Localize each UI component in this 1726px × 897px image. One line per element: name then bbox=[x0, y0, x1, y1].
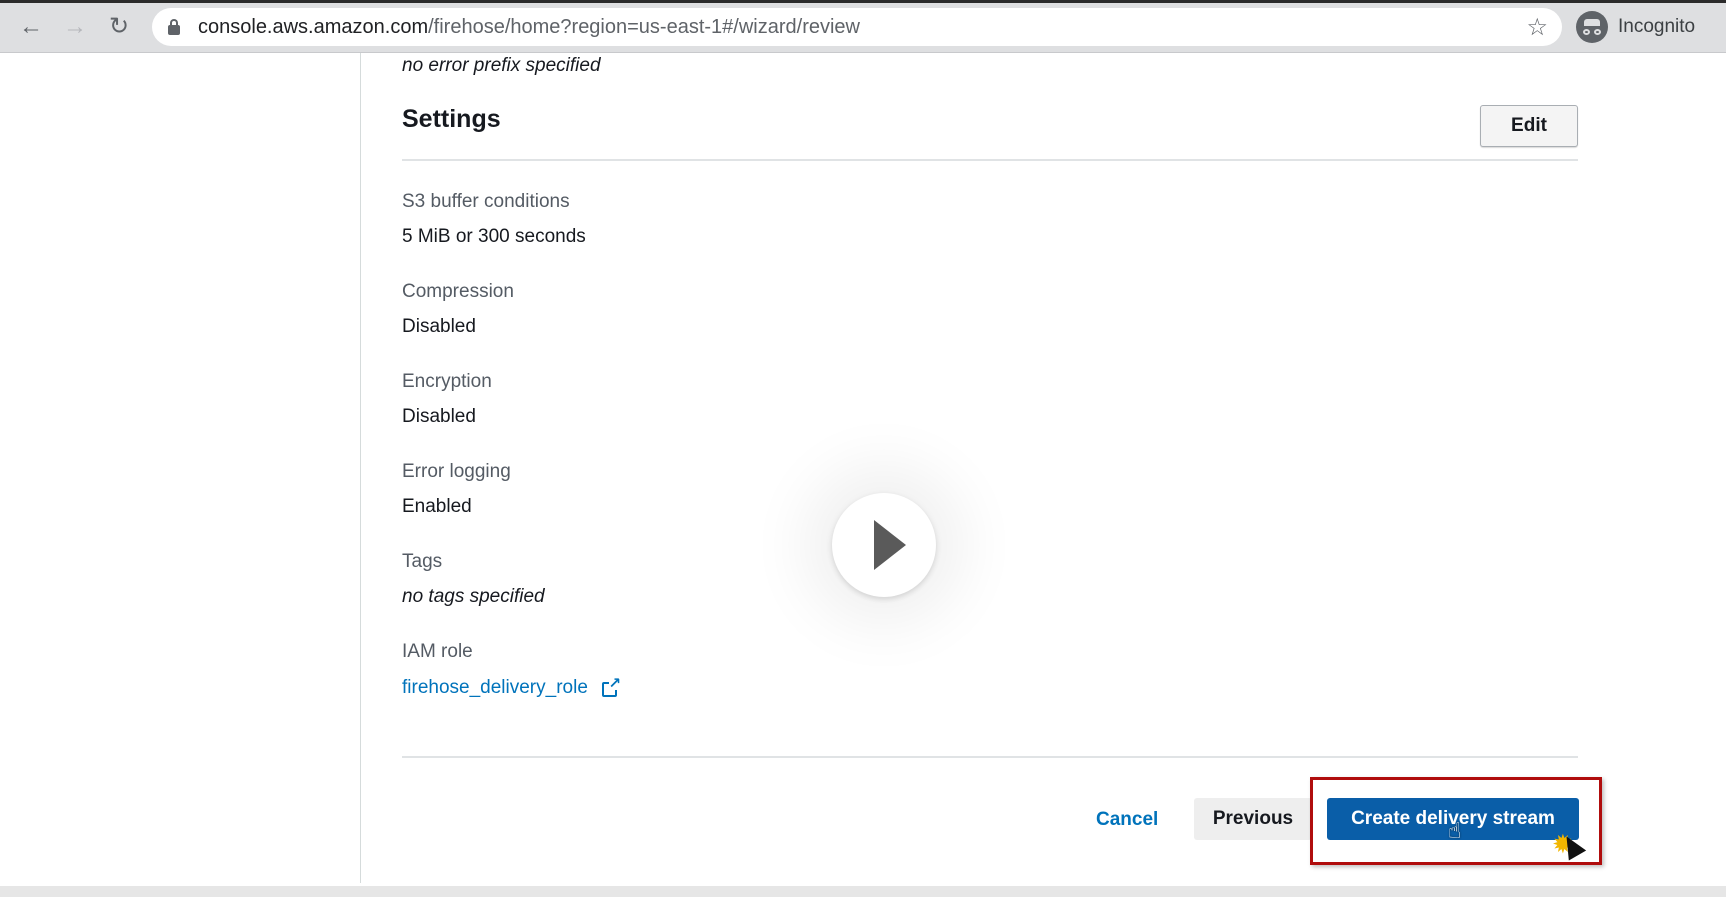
hand-cursor-icon: ☝ bbox=[1448, 818, 1462, 843]
field-label: Tags bbox=[402, 551, 443, 572]
field-label: S3 buffer conditions bbox=[402, 191, 570, 212]
external-link-icon[interactable]: ↗ bbox=[601, 676, 621, 697]
field-value: Disabled bbox=[402, 316, 476, 337]
bottom-edge bbox=[0, 886, 1726, 897]
field-value: 5 MiB or 300 seconds bbox=[402, 226, 586, 247]
url-host: console.aws.amazon.com bbox=[198, 15, 429, 38]
field-error-logging: Error logging Enabled bbox=[402, 461, 1102, 518]
field-value: Disabled bbox=[402, 406, 476, 427]
field-s3-buffer-conditions: S3 buffer conditions 5 MiB or 300 second… bbox=[402, 191, 1102, 248]
address-bar[interactable]: console.aws.amazon.com/firehose/home?reg… bbox=[152, 8, 1562, 46]
lock-icon[interactable] bbox=[168, 19, 180, 35]
field-label: Error logging bbox=[402, 461, 511, 482]
video-play-button[interactable] bbox=[832, 493, 936, 597]
play-icon bbox=[874, 520, 906, 570]
browser-toolbar: ← → ↻ console.aws.amazon.com/firehose/ho… bbox=[0, 0, 1726, 53]
cancel-link[interactable]: Cancel bbox=[1096, 809, 1158, 831]
tab-strip bbox=[0, 0, 1726, 3]
url-path: /firehose/home?region=us-east-1#/wizard/… bbox=[428, 15, 860, 38]
footer-divider bbox=[402, 756, 1578, 758]
navigation-rail bbox=[0, 53, 361, 883]
field-label: Compression bbox=[402, 281, 514, 302]
error-prefix-note: no error prefix specified bbox=[402, 55, 601, 76]
section-divider bbox=[402, 159, 1578, 161]
field-iam-role: IAM role firehose_delivery_role ↗ bbox=[402, 641, 1102, 699]
field-compression: Compression Disabled bbox=[402, 281, 1102, 338]
star-icon[interactable]: ☆ bbox=[1526, 13, 1548, 42]
field-value: Enabled bbox=[402, 496, 472, 517]
field-label: IAM role bbox=[402, 641, 473, 662]
field-label: Encryption bbox=[402, 371, 492, 392]
page: no error prefix specified Settings Edit … bbox=[0, 53, 1726, 886]
iam-role-link-text[interactable]: firehose_delivery_role bbox=[402, 677, 588, 699]
iam-role-link[interactable]: firehose_delivery_role ↗ bbox=[402, 676, 1102, 699]
incognito-icon bbox=[1576, 11, 1608, 43]
field-value: no tags specified bbox=[402, 586, 545, 607]
forward-arrow-icon[interactable]: → bbox=[58, 10, 92, 44]
settings-heading: Settings bbox=[402, 105, 501, 133]
field-tags: Tags no tags specified bbox=[402, 551, 1102, 608]
field-encryption: Encryption Disabled bbox=[402, 371, 1102, 428]
url-text: console.aws.amazon.com/firehose/home?reg… bbox=[198, 16, 860, 39]
previous-button[interactable]: Previous bbox=[1194, 798, 1312, 840]
back-arrow-icon[interactable]: ← bbox=[14, 10, 48, 44]
reload-icon[interactable]: ↻ bbox=[102, 10, 136, 44]
edit-settings-button[interactable]: Edit bbox=[1480, 105, 1578, 147]
incognito-label: Incognito bbox=[1618, 16, 1696, 37]
incognito-indicator[interactable]: Incognito bbox=[1576, 8, 1695, 46]
